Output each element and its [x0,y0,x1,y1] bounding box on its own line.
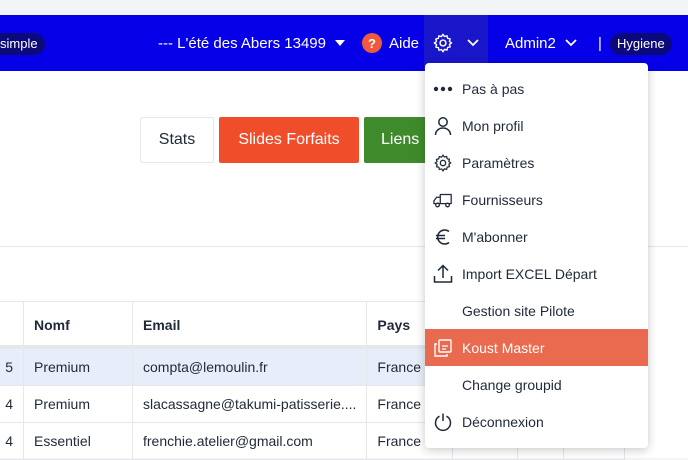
table-cell: 4 [0,385,24,423]
table-cell: 5 [0,348,24,386]
site-selector[interactable]: --- L'été des Abers 13499 [158,15,345,71]
column-header[interactable] [0,301,24,349]
menu-item-mabonner[interactable]: M'abonner [425,218,648,255]
chevron-down-icon [565,39,577,47]
menu-item-label: Import EXCEL Départ [462,265,597,282]
menu-item-label: M'abonner [462,228,528,245]
help-button[interactable]: ? Aide [362,15,419,71]
table-cell: Premium [23,348,133,386]
menu-item-change-groupid[interactable]: Change groupid [425,366,648,403]
table-cell: frenchie.atelier@gmail.com [131,422,368,460]
menu-item-koust-master[interactable]: Koust Master [425,329,648,366]
menu-item-label: Pas à pas [462,80,525,97]
user-label: Admin2 [505,34,556,52]
upload-icon [433,263,453,284]
copy-icon [433,338,453,358]
chevron-down-icon [467,39,479,47]
menu-item-gestion-site-pilote[interactable]: Gestion site Pilote [425,292,648,329]
module-pill[interactable]: Hygiene [610,33,672,55]
slides-forfaits-button[interactable]: Slides Forfaits [219,117,359,163]
menu-item-label: Mon profil [462,117,524,134]
column-header-email[interactable]: Email [131,301,368,349]
help-icon: ? [362,33,382,53]
menu-item-deconnexion[interactable]: Déconnexion [425,403,648,440]
menu-item-label: Fournisseurs [462,191,543,208]
menu-item-label: Change groupid [462,376,562,393]
settings-dropdown-menu: Pas à pas Mon profil Paramètres Fourniss… [425,63,648,448]
table-cell: Premium [23,385,133,423]
user-icon [433,116,453,136]
gear-icon [433,153,453,173]
menu-item-label: Gestion site Pilote [462,302,575,319]
power-icon [433,412,453,432]
menu-item-pas-a-pas[interactable]: Pas à pas [425,70,648,107]
chevron-down-icon [334,40,345,46]
table-cell: compta@lemoulin.fr [131,348,368,386]
stats-button[interactable]: Stats [140,117,214,163]
dots-icon [433,79,453,99]
menu-item-label: Déconnexion [462,413,544,430]
menu-item-mon-profil[interactable]: Mon profil [425,107,648,144]
table-cell: slacassagne@takumi-patisserie.... [131,385,368,423]
menu-item-fournisseurs[interactable]: Fournisseurs [425,181,648,218]
gear-icon [433,33,453,53]
mode-pill[interactable]: simple [0,33,45,55]
column-header-nomf[interactable]: Nomf [23,301,133,349]
truck-icon [433,190,453,210]
menu-item-label: Koust Master [462,339,545,356]
menu-item-import-excel[interactable]: Import EXCEL Départ [425,255,648,292]
help-label: Aide [389,34,420,52]
menu-item-parametres[interactable]: Paramètres [425,144,648,181]
site-selector-label: --- L'été des Abers 13499 [158,34,326,52]
table-cell: Essentiel [23,422,133,460]
euro-icon [433,227,453,247]
menu-item-label: Paramètres [462,154,535,171]
table-cell: 4 [0,422,24,460]
